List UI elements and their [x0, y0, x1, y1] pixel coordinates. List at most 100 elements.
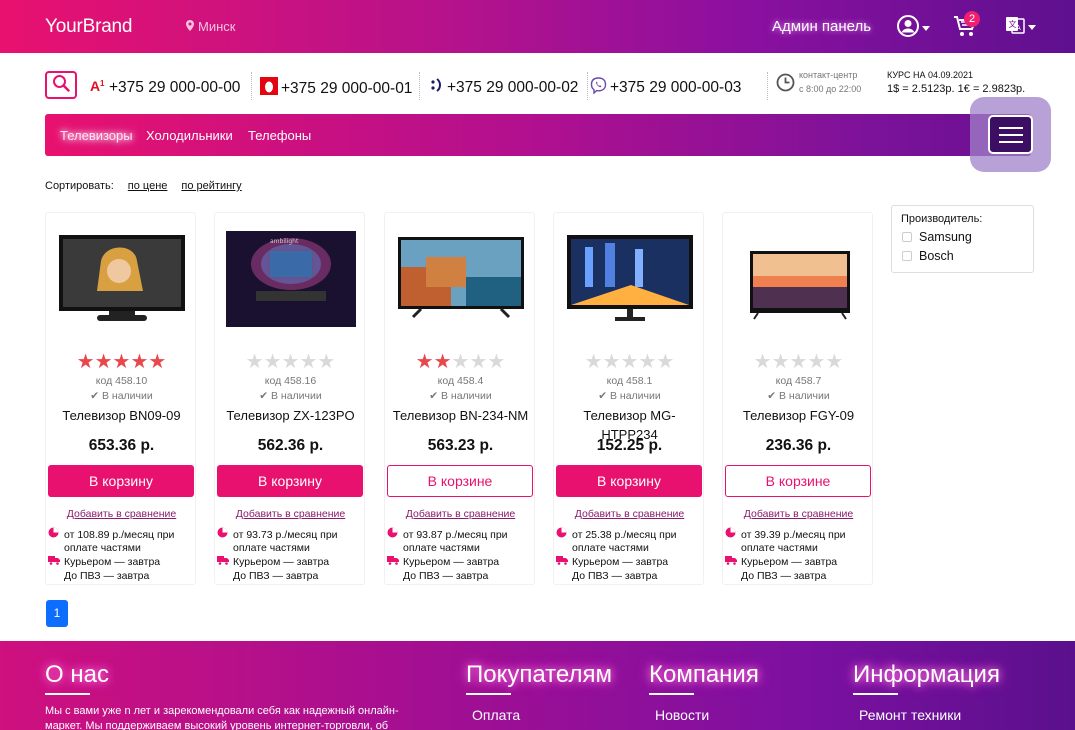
rating-star-icon[interactable]: ★ — [113, 351, 131, 373]
rating-star-icon[interactable]: ★ — [299, 351, 317, 373]
rating-star-icon[interactable]: ★ — [452, 351, 470, 373]
clock-icon — [776, 73, 795, 97]
rating-star-icon[interactable]: ★ — [807, 351, 825, 373]
divider — [767, 72, 768, 100]
page-1-button[interactable]: 1 — [46, 600, 68, 627]
category-fridges[interactable]: Холодильники — [146, 128, 233, 143]
courier-delivery: Курьером — завтра — [217, 555, 329, 569]
category-nav: Телевизоры Холодильники Телефоны — [45, 114, 1031, 156]
footer-link-news[interactable]: Новости — [655, 707, 709, 723]
product-image[interactable]: ambilight — [215, 227, 366, 332]
rating-star-icon[interactable]: ★ — [130, 351, 148, 373]
add-to-cart-button[interactable]: В корзину — [556, 465, 702, 497]
brand-logo[interactable]: YourBrand — [45, 16, 132, 38]
city-label: Минск — [198, 19, 236, 34]
rating-star-icon[interactable]: ★ — [246, 351, 264, 373]
rating-star-icon[interactable]: ★ — [469, 351, 487, 373]
phone-a1[interactable]: A1 +375 29 000-00-00 — [90, 77, 240, 98]
courier-text: Курьером — завтра — [233, 556, 330, 568]
rating-star-icon[interactable]: ★ — [772, 351, 790, 373]
category-tvs[interactable]: Телевизоры — [60, 128, 133, 143]
rating-stars: ★★★★★ — [554, 349, 705, 374]
rating-star-icon[interactable]: ★ — [416, 351, 434, 373]
product-code: код 458.7 — [775, 375, 822, 387]
filter-option-samsung[interactable]: Samsung — [902, 230, 972, 244]
rating-star-icon[interactable]: ★ — [434, 351, 452, 373]
rating-star-icon[interactable]: ★ — [656, 351, 674, 373]
rating-star-icon[interactable]: ★ — [282, 351, 300, 373]
language-selector[interactable]: 文A — [1005, 15, 1036, 40]
product-name[interactable]: Телевизор BN-234-NM — [389, 406, 532, 425]
checkbox[interactable] — [902, 232, 912, 242]
truck-icon — [387, 555, 399, 569]
menu-icon-line — [998, 140, 1023, 143]
product-image[interactable] — [46, 227, 197, 332]
filter-option-bosch[interactable]: Bosch — [902, 249, 954, 263]
product-name[interactable]: Телевизор ZX-123PO — [219, 406, 362, 425]
rating-stars: ★★★★★ — [723, 349, 874, 374]
product-image[interactable] — [385, 227, 536, 332]
contact-center-title: контакт-центр — [799, 70, 858, 80]
category-phones[interactable]: Телефоны — [248, 128, 311, 143]
phone-viber[interactable]: +375 29 000-00-03 — [590, 77, 741, 99]
product-price: 653.36 р. — [88, 437, 155, 454]
installment-text-line2: оплате частями — [572, 542, 649, 554]
city-selector[interactable]: Минск — [186, 19, 235, 34]
search-button[interactable] — [45, 71, 77, 99]
sort-by-rating-link[interactable]: по рейтингу — [181, 180, 241, 192]
add-to-cart-button[interactable]: В корзину — [217, 465, 363, 497]
pickup-delivery: До ПВЗ — завтра — [403, 570, 489, 582]
add-to-compare-link[interactable]: Добавить в сравнение — [554, 508, 705, 520]
installment-info: от 39.39 р./месяц при — [725, 527, 846, 542]
product-image[interactable] — [554, 227, 705, 332]
rating-star-icon[interactable]: ★ — [621, 351, 639, 373]
rating-star-icon[interactable]: ★ — [77, 351, 95, 373]
rating-star-icon[interactable]: ★ — [603, 351, 621, 373]
courier-text: Курьером — завтра — [64, 556, 161, 568]
add-to-cart-button[interactable]: В корзине — [725, 465, 871, 497]
rating-star-icon[interactable]: ★ — [585, 351, 603, 373]
divider — [419, 72, 420, 100]
add-to-compare-link[interactable]: Добавить в сравнение — [723, 508, 874, 520]
rating-star-icon[interactable]: ★ — [95, 351, 113, 373]
product-price: 152.25 р. — [596, 437, 663, 454]
product-card: ambilight ★★★★★ код 458.16 ✔ В наличии Телев… — [214, 212, 365, 585]
rating-star-icon[interactable]: ★ — [148, 351, 166, 373]
stock-status: ✔ В наличии — [259, 390, 322, 402]
add-to-cart-button[interactable]: В корзине — [387, 465, 533, 497]
rating-stars: ★★★★★ — [46, 349, 197, 374]
product-name[interactable]: Телевизор FGY-09 — [727, 406, 870, 425]
rating-star-icon[interactable]: ★ — [825, 351, 843, 373]
product-price: 562.36 р. — [257, 437, 324, 454]
phone-number: +375 29 000-00-00 — [109, 78, 241, 96]
divider — [251, 72, 252, 100]
sort-label: Сортировать: — [45, 180, 114, 192]
rating-star-icon[interactable]: ★ — [264, 351, 282, 373]
installment-text: от 25.38 р./месяц при — [572, 529, 677, 541]
product-name[interactable]: Телевизор BN09-09 — [50, 406, 193, 425]
filter-option-label: Bosch — [919, 249, 954, 263]
add-to-cart-button[interactable]: В корзину — [48, 465, 194, 497]
product-price: 563.23 р. — [427, 437, 494, 454]
add-to-compare-link[interactable]: Добавить в сравнение — [385, 508, 536, 520]
add-to-compare-link[interactable]: Добавить в сравнение — [46, 508, 197, 520]
add-to-compare-link[interactable]: Добавить в сравнение — [215, 508, 366, 520]
footer-link-repair[interactable]: Ремонт техники — [859, 707, 961, 723]
rating-star-icon[interactable]: ★ — [487, 351, 505, 373]
stock-status: ✔ В наличии — [90, 390, 153, 402]
phone-life[interactable]: +375 29 000-00-02 — [430, 77, 578, 98]
checkbox[interactable] — [902, 251, 912, 261]
sort-by-price-link[interactable]: по цене — [128, 180, 168, 192]
phone-mts[interactable]: +375 29 000-00-01 — [260, 77, 412, 100]
installment-text: от 108.89 р./месяц при — [64, 529, 175, 541]
courier-delivery: Курьером — завтра — [556, 555, 668, 569]
rating-star-icon[interactable]: ★ — [317, 351, 335, 373]
admin-panel-link[interactable]: Админ панель — [772, 18, 871, 35]
hamburger-menu-button[interactable] — [988, 115, 1033, 154]
product-image[interactable] — [723, 227, 874, 332]
user-menu[interactable] — [897, 15, 930, 42]
rating-star-icon[interactable]: ★ — [790, 351, 808, 373]
rating-star-icon[interactable]: ★ — [638, 351, 656, 373]
footer-link-payment[interactable]: Оплата — [472, 707, 520, 723]
rating-star-icon[interactable]: ★ — [754, 351, 772, 373]
